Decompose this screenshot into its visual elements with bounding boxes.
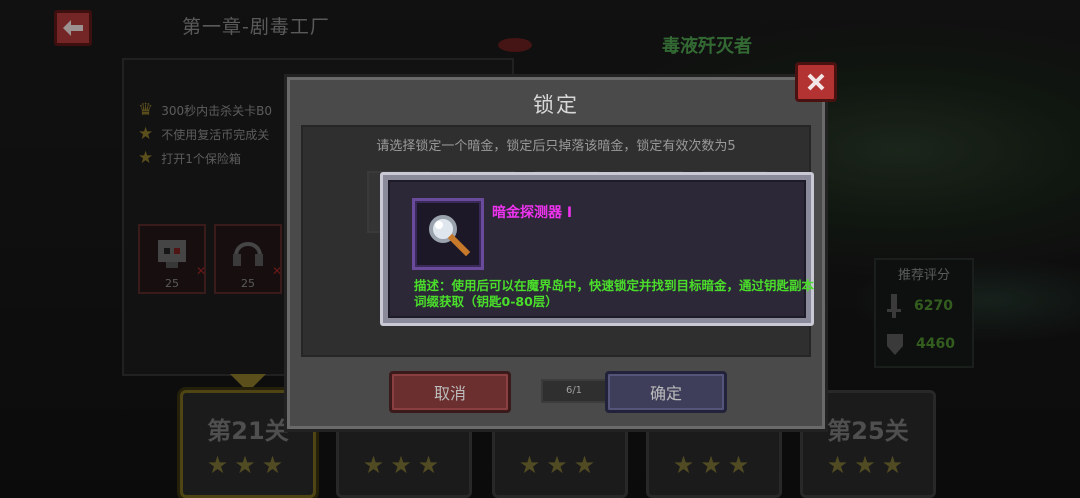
close-icon (807, 73, 825, 91)
item-name: 暗金探测器 I (492, 205, 573, 221)
item-icon-frame (412, 198, 484, 270)
item-description: 描述：使用后可以在魔界岛中，快速锁定并找到目标暗金，通过钥匙副本词缀获取（钥匙0… (414, 278, 815, 309)
dialog-title: 锁定 (533, 93, 579, 117)
page-indicator: 6/1 (541, 379, 607, 403)
close-button[interactable] (795, 62, 837, 102)
confirm-button[interactable]: 确定 (605, 371, 727, 413)
tooltip-body: 暗金探测器 I 描述：使用后可以在魔界岛中，快速锁定并找到目标暗金，通过钥匙副本… (388, 180, 814, 318)
dialog-description: 请选择锁定一个暗金，锁定后只掉落该暗金，锁定有效次数为5 (376, 139, 736, 154)
cancel-button[interactable]: 取消 (389, 371, 511, 413)
magnifier-icon (429, 215, 470, 256)
item-tooltip: 暗金探测器 I 描述：使用后可以在魔界岛中，快速锁定并找到目标暗金，通过钥匙副本… (380, 172, 814, 326)
